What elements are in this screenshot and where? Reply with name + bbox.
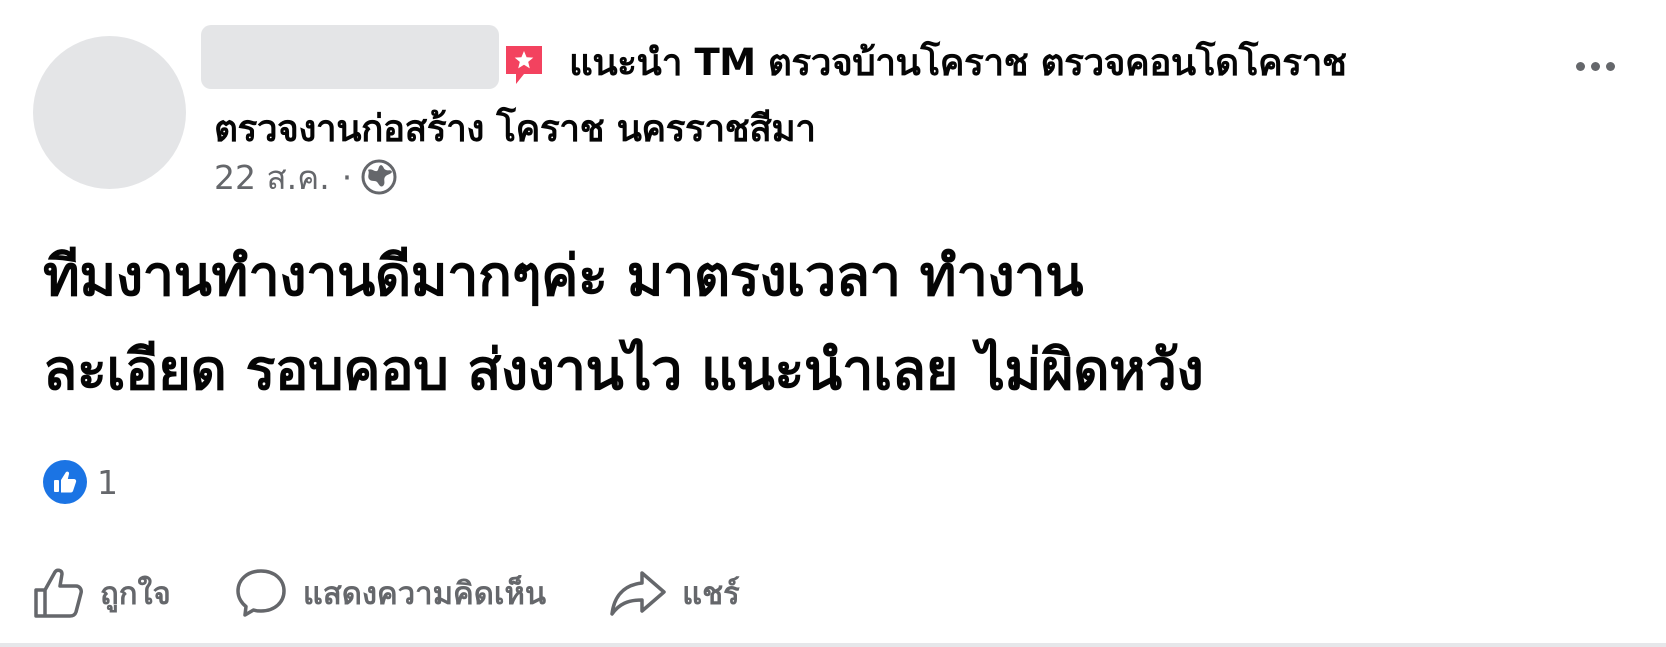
more-options-dot xyxy=(1605,61,1615,71)
like-label: ถูกใจ xyxy=(100,576,171,612)
thumbs-up-outline-icon xyxy=(34,568,83,618)
globe-icon[interactable] xyxy=(360,158,398,196)
recommend-flag-icon xyxy=(506,46,542,84)
more-options-button[interactable] xyxy=(1568,44,1622,88)
reaction-count: 1 xyxy=(97,462,118,502)
avatar[interactable] xyxy=(33,36,186,189)
post-body: ทีมงานทำงานดีมากๆค่ะ มาตรงเวลา ทำงาน ละเ… xyxy=(43,230,1643,418)
recommendation-text-line2: ตรวจงานก่อสร้าง โคราช นครราชสีมา xyxy=(214,107,816,150)
recommendation-text-line1: แนะนำ TM ตรวจบ้านโคราช ตรวจคอนโดโคราช xyxy=(569,41,1347,84)
divider xyxy=(0,643,1666,647)
author-name-redacted[interactable] xyxy=(201,25,499,89)
comment-icon xyxy=(236,569,286,617)
like-reaction-icon xyxy=(43,460,87,504)
more-options-dot xyxy=(1590,61,1600,71)
post-body-line: ละเอียด รอบคอบ ส่งงานไว แนะนำเลย ไม่ผิดห… xyxy=(43,338,1204,403)
post-date[interactable]: 22 ส.ค. xyxy=(214,151,330,204)
post-actions: ถูกใจ แสดงความคิดเห็น แชร์ xyxy=(30,560,740,626)
post-meta: 22 ส.ค. · xyxy=(214,155,398,199)
reactions-summary[interactable]: 1 xyxy=(43,459,118,505)
more-options-icon xyxy=(1575,61,1585,71)
share-button[interactable]: แชร์ xyxy=(608,565,740,621)
thumbs-up-icon xyxy=(54,471,77,493)
share-icon xyxy=(610,571,666,616)
comment-button[interactable]: แสดงความคิดเห็น xyxy=(233,565,546,621)
review-post: แนะนำ TM ตรวจบ้านโคราช ตรวจคอนโดโคราช ตร… xyxy=(0,0,1666,647)
meta-separator: · xyxy=(341,157,353,197)
post-body-line: ทีมงานทำงานดีมากๆค่ะ มาตรงเวลา ทำงาน xyxy=(43,244,1084,309)
share-label: แชร์ xyxy=(682,576,740,612)
comment-label: แสดงความคิดเห็น xyxy=(302,576,547,612)
like-button[interactable]: ถูกใจ xyxy=(30,565,171,621)
